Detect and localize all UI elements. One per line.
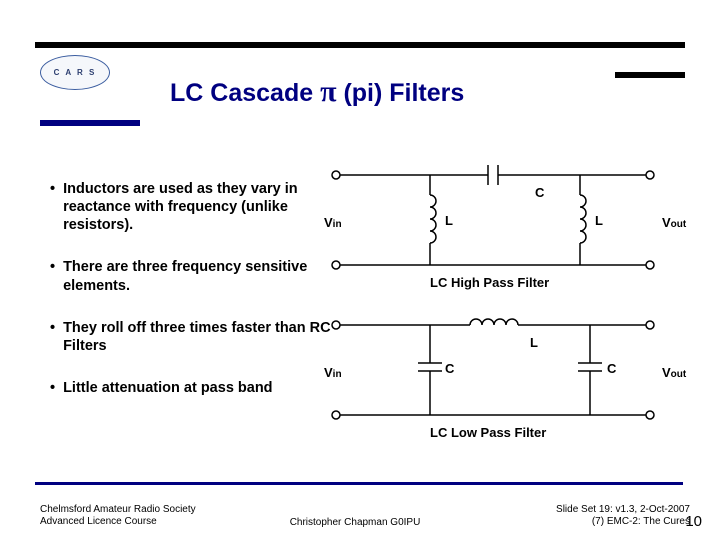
title-post: (pi) Filters	[337, 79, 465, 107]
hp-C: C	[535, 185, 544, 200]
bullet-item: Little attenuation at pass band	[50, 379, 335, 397]
logo-text: C A R S	[54, 68, 97, 77]
page-number: 10	[685, 513, 702, 530]
footer-course: Advanced Licence Course	[40, 516, 240, 528]
lp-caption: LC Low Pass Filter	[430, 425, 546, 440]
lp-vin: Vin	[324, 365, 342, 380]
hp-vout: Vout	[662, 215, 686, 230]
title-pre: LC Cascade	[170, 79, 320, 107]
lp-vout: Vout	[662, 365, 686, 380]
rule-right	[615, 72, 685, 78]
footer-slideset: Slide Set 19: v1.3, 2-Oct-2007	[470, 504, 690, 516]
slide-footer: Chelmsford Amateur Radio Society Advance…	[40, 504, 690, 528]
bullet-item: There are three frequency sensitive elem…	[50, 258, 335, 294]
lp-C1: C	[445, 361, 454, 376]
lp-L: L	[530, 335, 538, 350]
hp-caption: LC High Pass Filter	[430, 275, 549, 290]
lp-C2: C	[607, 361, 616, 376]
circuit-diagrams: Vin L C L Vout LC High Pass Filter	[330, 165, 690, 455]
footer-author: Christopher Chapman G0IPU	[255, 517, 455, 528]
bullet-item: They roll off three times faster than RC…	[50, 319, 335, 355]
bullet-list: Inductors are used as they vary in react…	[50, 180, 335, 421]
footer-org: Chelmsford Amateur Radio Society	[40, 504, 240, 516]
rule-top	[35, 42, 685, 48]
pi-symbol: π	[320, 75, 336, 108]
footer-topic: (7) EMC-2: The Cures	[470, 516, 690, 528]
slide-title: LC Cascade π (pi) Filters	[170, 75, 464, 109]
hp-vin: Vin	[324, 215, 342, 230]
cars-logo: C A R S	[40, 55, 110, 90]
rule-accent	[40, 120, 140, 126]
hp-L1: L	[445, 213, 453, 228]
rule-bottom	[35, 482, 683, 485]
bullet-item: Inductors are used as they vary in react…	[50, 180, 335, 234]
hp-L2: L	[595, 213, 603, 228]
